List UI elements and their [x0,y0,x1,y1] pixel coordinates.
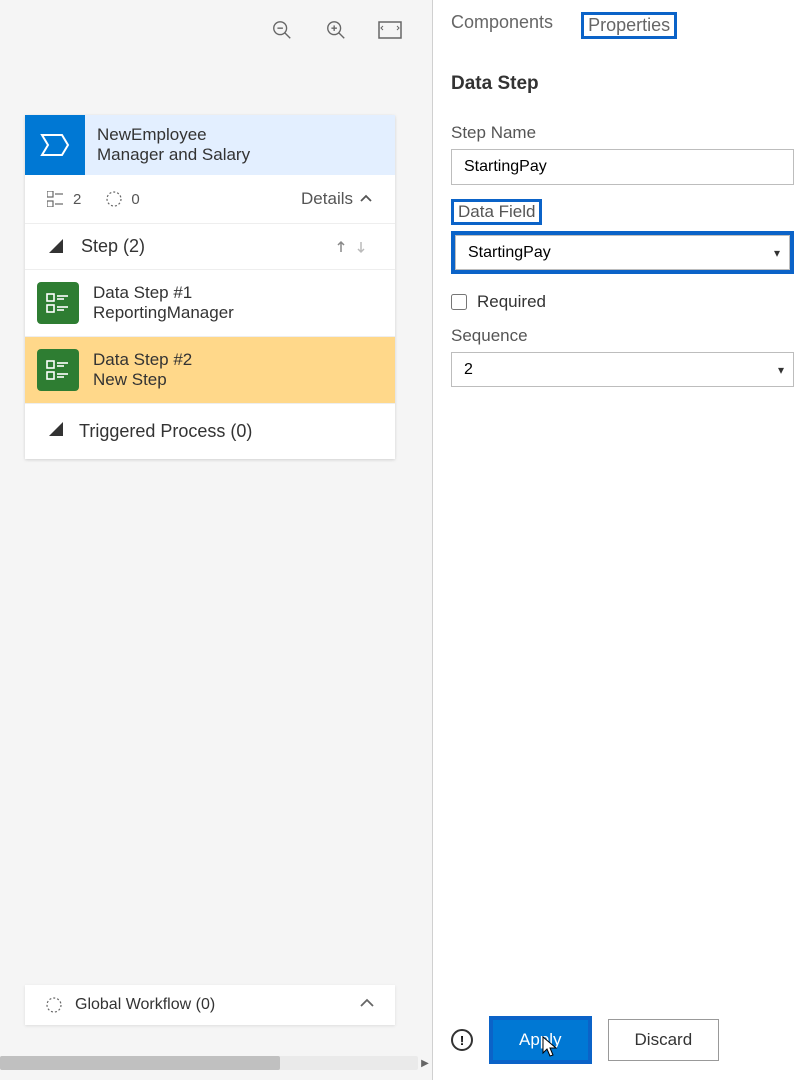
tab-properties[interactable]: Properties [581,12,677,39]
panel-title: Data Step [451,73,794,95]
zoom-out-icon[interactable] [270,18,294,42]
stat-steps: 2 [47,191,81,208]
triggered-label: Triggered Process (0) [79,421,252,442]
workflow-icon [45,996,63,1014]
global-workflow-label: Global Workflow (0) [75,996,215,1014]
details-label: Details [301,189,353,209]
scrollbar-right-arrow[interactable]: ▶ [418,1056,432,1070]
sequence-label: Sequence [451,326,528,346]
required-checkbox-row[interactable]: Required [451,292,794,312]
data-step-icon [37,349,79,391]
step-section-header[interactable]: Step (2) [25,224,395,270]
properties-panel: Data Step Step Name Data Field StartingP… [433,47,812,395]
required-checkbox[interactable] [451,294,467,310]
sidebar-tabs: Components Properties [433,0,812,47]
canvas-toolbar [0,0,432,60]
horizontal-scrollbar[interactable]: ▶ [0,1056,418,1070]
stage-card: NewEmployee Manager and Salary 2 0 Detai… [25,115,395,459]
step-item-1[interactable]: Data Step #1 ReportingManager [25,270,395,337]
stage-header-text: NewEmployee Manager and Salary [85,115,262,175]
reorder-arrows[interactable] [337,238,373,256]
info-icon[interactable]: ! [451,1029,473,1051]
apply-highlight-box: Apply [489,1016,592,1064]
data-field-select-wrap: StartingPay ▾ [451,231,794,274]
stage-header[interactable]: NewEmployee Manager and Salary [25,115,395,175]
discard-button[interactable]: Discard [608,1019,720,1061]
fit-screen-icon[interactable] [378,18,402,42]
step-title: Data Step #2 [93,350,192,370]
stat-pending: 0 [105,190,139,208]
collapse-triangle-icon [47,420,65,443]
stage-stats: 2 0 Details [25,175,395,224]
sequence-select-wrap: 2 ▾ [451,352,794,387]
data-step-icon [37,282,79,324]
details-toggle[interactable]: Details [301,189,373,209]
apply-button[interactable]: Apply [493,1020,588,1060]
step-name-input[interactable] [451,149,794,185]
editor-canvas: NewEmployee Manager and Salary 2 0 Detai… [0,0,432,1080]
data-field-label: Data Field [451,199,542,225]
step-subtitle: ReportingManager [93,303,234,323]
triggered-section-header[interactable]: Triggered Process (0) [25,404,395,459]
sequence-select[interactable]: 2 [451,352,794,387]
step-section-label: Step (2) [81,236,145,257]
scrollbar-thumb[interactable] [0,1056,280,1070]
chevron-up-icon [359,996,375,1014]
stage-title-1: NewEmployee [97,125,250,145]
sidebar-footer: ! Apply Discard [433,1016,812,1064]
global-workflow-bar[interactable]: Global Workflow (0) [25,985,395,1025]
stage-title-2: Manager and Salary [97,145,250,165]
collapse-triangle-icon [47,237,67,257]
step-item-2[interactable]: Data Step #2 New Step [25,337,395,404]
data-field-select[interactable]: StartingPay [455,235,790,270]
step-name-label: Step Name [451,123,536,143]
required-label: Required [477,292,546,312]
step-subtitle: New Step [93,370,192,390]
stage-header-icon [25,115,85,175]
tab-components[interactable]: Components [451,12,553,39]
zoom-in-icon[interactable] [324,18,348,42]
step-title: Data Step #1 [93,283,234,303]
stat-steps-count: 2 [73,191,81,208]
stat-pending-count: 0 [131,191,139,208]
properties-sidebar: Components Properties Data Step Step Nam… [432,0,812,1080]
